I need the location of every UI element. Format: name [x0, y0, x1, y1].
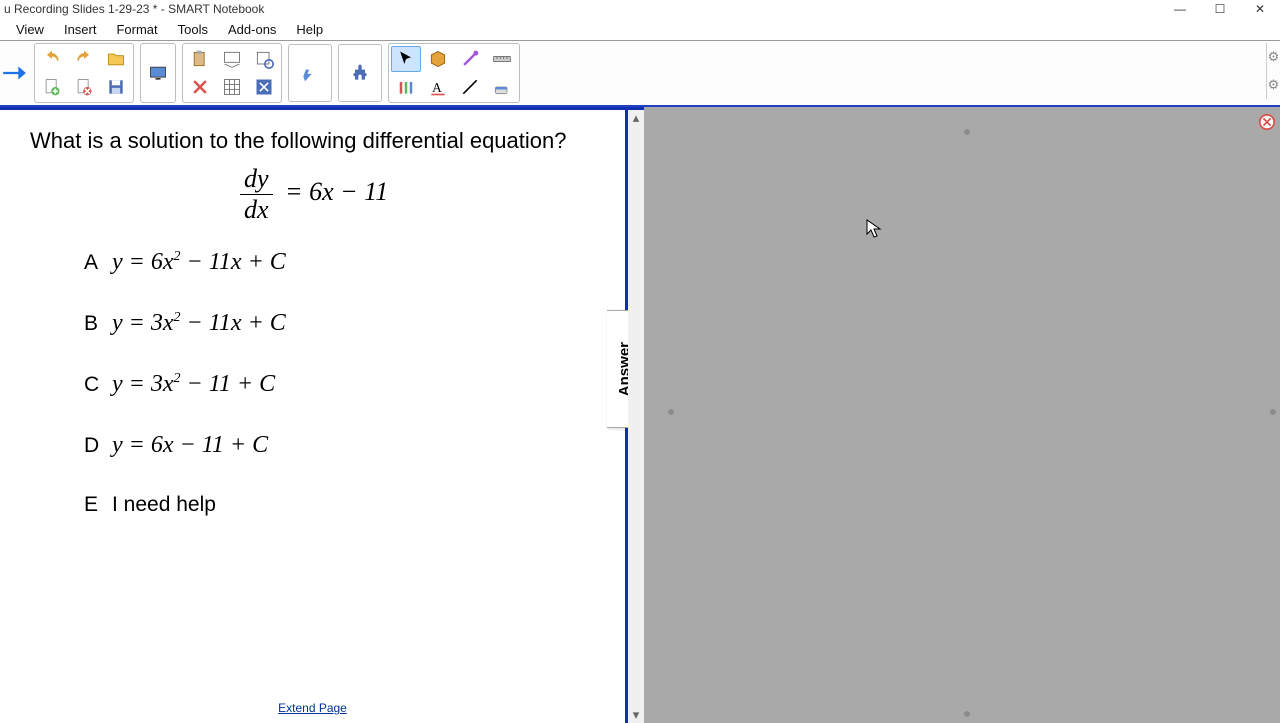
insert-tool-group — [182, 43, 282, 103]
addon-button[interactable] — [345, 51, 375, 95]
question-text: What is a solution to the following diff… — [30, 128, 607, 154]
choice-expr: y = 6x2 − 11x + C — [112, 249, 286, 276]
equation-numerator: dy — [240, 164, 273, 195]
open-button[interactable] — [101, 46, 131, 72]
line-button[interactable] — [455, 74, 485, 100]
slideshow-button[interactable] — [217, 46, 247, 72]
pens-button[interactable] — [391, 74, 421, 100]
choice-a[interactable]: A y = 6x2 − 11x + C — [84, 249, 607, 276]
title-bar: u Recording Slides 1-29-23 * - SMART Not… — [0, 0, 1280, 18]
menu-bar: View Insert Format Tools Add-ons Help — [0, 18, 1280, 40]
choice-letter: D — [84, 434, 112, 458]
text-button[interactable]: A — [423, 74, 453, 100]
handle-dot[interactable] — [964, 711, 970, 717]
handle-dot[interactable] — [1270, 409, 1276, 415]
vertical-scrollbar[interactable]: ▴ ▾ — [628, 107, 644, 723]
scroll-up-icon[interactable]: ▴ — [628, 110, 644, 126]
equation-rhs: = 6x − 11 — [285, 177, 388, 206]
drawing-tool-group: A — [388, 43, 520, 103]
math-button[interactable] — [249, 74, 279, 100]
eraser-button[interactable] — [487, 74, 517, 100]
choice-expr: y = 6x − 11 + C — [112, 432, 268, 459]
save-button[interactable] — [101, 74, 131, 100]
ruler-button[interactable] — [487, 46, 517, 72]
minimize-button[interactable]: ― — [1160, 0, 1200, 18]
pointer-button[interactable] — [391, 46, 421, 72]
toolbar: A ⚙ ⚙ — [0, 40, 1280, 107]
response-tool-group — [288, 44, 332, 102]
choice-c[interactable]: C y = 3x2 − 11 + C — [84, 371, 607, 398]
new-page-button[interactable] — [37, 74, 67, 100]
choice-expr: y = 3x2 − 11 + C — [112, 371, 275, 398]
choices-list: A y = 6x2 − 11x + C B y = 3x2 − 11x + C … — [30, 249, 607, 517]
window-controls: ― ☐ ✕ — [1160, 0, 1280, 18]
choice-letter: B — [84, 312, 112, 336]
delete-button[interactable] — [185, 74, 215, 100]
table-button[interactable] — [217, 74, 247, 100]
magic-pen-button[interactable] — [455, 46, 485, 72]
paste-button[interactable] — [185, 46, 215, 72]
choice-expr: I need help — [112, 493, 216, 517]
secondary-pane[interactable] — [644, 107, 1280, 723]
choice-e[interactable]: E I need help — [84, 493, 607, 517]
maximize-button[interactable]: ☐ — [1200, 0, 1240, 18]
menu-addons[interactable]: Add-ons — [218, 20, 286, 39]
equation: dy dx = 6x − 11 — [30, 164, 607, 225]
choice-d[interactable]: D y = 6x − 11 + C — [84, 432, 607, 459]
gear-icon: ⚙ — [1268, 49, 1280, 65]
equation-denominator: dx — [240, 195, 273, 225]
right-gear-panel[interactable]: ⚙ ⚙ — [1266, 43, 1280, 99]
choice-letter: A — [84, 251, 112, 275]
undo-button[interactable] — [37, 46, 67, 72]
menu-tools[interactable]: Tools — [168, 20, 218, 39]
view-tool-group — [140, 43, 176, 103]
handle-dot[interactable] — [668, 409, 674, 415]
page-canvas[interactable]: What is a solution to the following diff… — [0, 107, 628, 723]
menu-insert[interactable]: Insert — [54, 20, 107, 39]
menu-help[interactable]: Help — [286, 20, 333, 39]
menu-format[interactable]: Format — [106, 20, 167, 39]
capture-button[interactable] — [249, 46, 279, 72]
close-pane-button[interactable] — [1258, 113, 1276, 131]
gear-icon: ⚙ — [1268, 77, 1280, 93]
screen-button[interactable] — [143, 46, 173, 100]
menu-view[interactable]: View — [6, 20, 54, 39]
choice-b[interactable]: B y = 3x2 − 11x + C — [84, 310, 607, 337]
svg-text:A: A — [432, 80, 442, 95]
scroll-down-icon[interactable]: ▾ — [628, 707, 644, 723]
choice-expr: y = 3x2 − 11x + C — [112, 310, 286, 337]
workspace: What is a solution to the following diff… — [0, 107, 1280, 723]
addon-tool-group — [338, 44, 382, 102]
extend-page-link[interactable]: Extend Page — [278, 701, 347, 715]
window-title: u Recording Slides 1-29-23 * - SMART Not… — [4, 2, 264, 16]
file-tool-group — [34, 43, 134, 103]
redo-button[interactable] — [69, 46, 99, 72]
response-button[interactable] — [295, 51, 325, 95]
delete-page-button[interactable] — [69, 74, 99, 100]
close-button[interactable]: ✕ — [1240, 0, 1280, 18]
choice-letter: C — [84, 373, 112, 397]
shape3d-button[interactable] — [423, 46, 453, 72]
handle-dot[interactable] — [964, 129, 970, 135]
cursor-icon — [866, 219, 882, 244]
choice-letter: E — [84, 493, 112, 517]
next-page-button[interactable] — [0, 45, 28, 101]
